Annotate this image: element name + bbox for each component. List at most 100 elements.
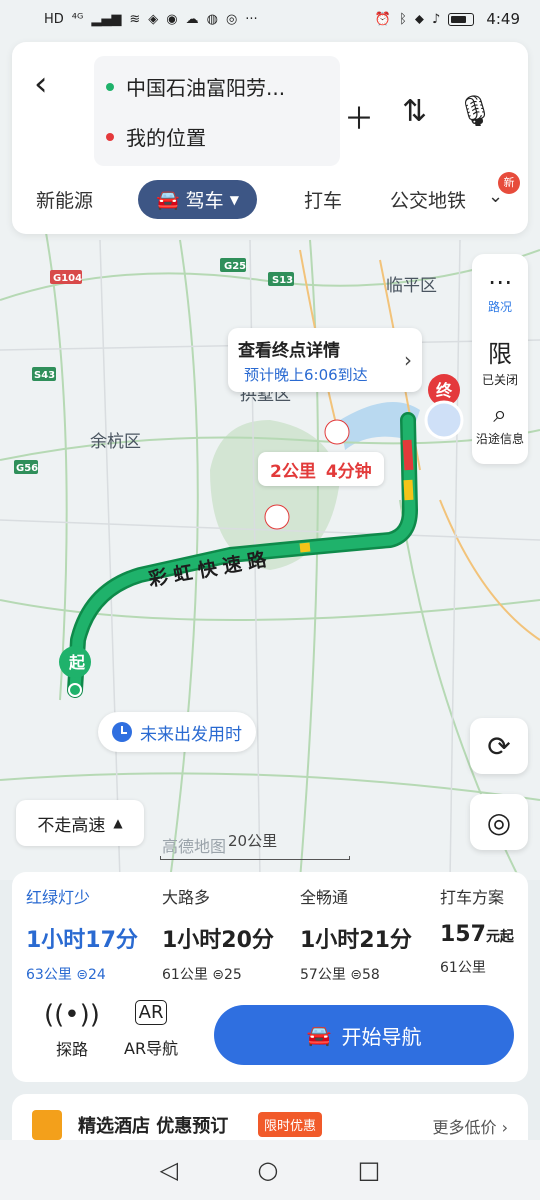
location-icon: ⬥ [414,11,425,27]
chevron-right-icon: › [404,348,412,372]
tab-new-energy[interactable]: 新能源 [36,186,93,213]
swap-icon[interactable]: ⇅ [402,94,427,129]
route-option-duration: 1小时21分 [300,928,412,953]
tab-transit[interactable]: 公交地铁 [390,186,468,213]
home-nav-icon[interactable]: ○ [257,1156,278,1184]
hd-icon: HD [44,11,64,27]
along-route-label: 沿途信息 [475,432,524,446]
explore-label: 探路 [55,1040,88,1059]
scale-label: 20公里 [228,832,278,850]
taxi-option[interactable]: 打车方案 157元起 61公里 [440,884,528,977]
back-icon[interactable]: ‹ [34,64,64,104]
along-route-button[interactable]: ⌕ 沿途信息 [472,400,528,447]
app-icon: ◍ [206,11,218,27]
district-yuhang: 余杭区 [90,432,141,452]
route-option-meta: 61公里 ⊜25 [162,967,242,983]
system-nav-bar: ◁ ○ □ [0,1140,540,1200]
car-icon: 🚘 [306,1023,332,1047]
destination-detail-title: 查看终点详情 [238,341,340,361]
locate-button[interactable]: ◎ [470,794,528,850]
scale-bar [160,856,350,860]
more-deals-link[interactable]: 更多低价 › [433,1114,509,1138]
caret-down-icon: ▼ [229,192,239,207]
no-highway-toggle[interactable]: 不走高速 ▲ [16,800,144,846]
network-4g-icon: ⁴ᴳ [71,11,84,27]
ar-navigation-label: AR导航 [124,1039,179,1058]
future-departure-button[interactable]: 未来出发用时 [98,712,256,752]
origin-row[interactable]: 中国石油富阳劳... [106,72,285,101]
traffic-label: 路况 [487,300,512,314]
route-option[interactable]: 大路多 1小时20分 61公里 ⊜25 [162,884,290,984]
route-endpoints: 中国石油富阳劳... 我的位置 [94,56,340,166]
traffic-light-icon: ⋯ [488,268,512,296]
mic-icon: ♪ [432,11,441,27]
s13-shield-label: S13 [272,275,293,286]
add-waypoint-icon[interactable]: ＋ [344,94,374,138]
traffic-toggle[interactable]: ⋯ 路况 [472,268,528,315]
traffic-light-count-icon: ⊜ [212,967,225,983]
cloud-icon: ☁ [185,11,199,27]
start-navigation-button[interactable]: 🚘 开始导航 [214,1005,514,1065]
refresh-route-button[interactable]: ⟳ [470,718,528,774]
person-icon: ◉ [166,11,178,27]
search-icon: ⌕ [493,400,507,428]
destination-detail-bubble[interactable]: 查看终点详情 预计晚上6:06到达 › [228,328,422,392]
app-icon: ◎ [225,11,238,27]
route-info-label[interactable]: 2公里 4分钟 [258,452,384,486]
origin-text: 中国石油富阳劳... [126,76,286,100]
route-options-panel: 红绿灯少 1小时17分 63公里 ⊜24 大路多 1小时20分 61公里 ⊜25… [12,872,528,1082]
wifi-icon: ≋ [129,11,141,27]
taxi-option-distance: 61公里 [440,960,486,976]
bluetooth-icon: ᛒ [399,11,407,27]
car-icon: 🚘 [156,189,180,211]
route-time: 4分钟 [325,461,372,482]
taxi-option-name: 打车方案 [440,888,505,907]
destination-dot-icon [106,132,114,141]
new-badge: 新 [498,172,520,194]
back-nav-icon[interactable]: ◁ [160,1156,178,1184]
traffic-light-count-icon: ⊜ [76,967,89,983]
route-distance: 2公里 [270,461,316,482]
district-linping: 临平区 [386,276,437,296]
explore-button[interactable]: ((•)) 探路 [44,1000,100,1060]
taxi-option-price: 157元起 [440,922,514,947]
clock-icon [112,722,132,742]
destination-text: 我的位置 [126,126,206,150]
route-option[interactable]: 全畅通 1小时21分 57公里 ⊜58 [300,884,428,984]
eta-text: 预计晚上6:06到达 [244,366,368,384]
locate-icon: ◎ [486,805,512,839]
broadcast-icon: ((•)) [44,1000,100,1030]
route-option-duration: 1小时20分 [162,928,274,953]
route-option-meta: 63公里 ⊜24 [26,967,106,983]
voice-icon[interactable]: 🎙 [456,94,494,129]
origin-dot-icon [106,82,114,91]
status-bar: HD ⁴ᴳ ▂▄▆ ≋ ◈ ◉ ☁ ◍ ◎ ··· ⏰ ᛒ ⬥ ♪ 4:49 [0,0,540,38]
shield-icon: ◈ [148,11,159,27]
recents-nav-icon[interactable]: □ [358,1156,381,1184]
restriction-label: 已关闭 [481,373,518,387]
hotel-title: 精选酒店 优惠预订 [78,1116,229,1137]
g25-shield-label: G25 [224,261,246,272]
hotel-icon [32,1110,62,1140]
end-marker-label: 终 [436,381,453,400]
map-side-tools: ⋯ 路况 限 已关闭 ⌕ 沿途信息 [472,254,528,464]
route-option[interactable]: 红绿灯少 1小时17分 63公里 ⊜24 [26,884,154,984]
route-option-name: 大路多 [162,888,211,907]
route-search-card: ‹ 中国石油富阳劳... 我的位置 ＋ ⇅ 🎙 新能源 🚘 驾车 ▼ 打车 公交… [12,42,528,234]
restriction-toggle[interactable]: 限 已关闭 [472,334,528,388]
battery-icon [448,12,475,26]
no-highway-label: 不走高速 [37,815,106,836]
destination-row[interactable]: 我的位置 [106,122,206,151]
promo-tag: 限时优惠 [258,1112,323,1137]
start-navigation-label: 开始导航 [341,1024,422,1049]
route-option-meta: 57公里 ⊜58 [300,967,380,983]
tab-drive[interactable]: 🚘 驾车 ▼ [138,180,257,219]
tab-drive-label: 驾车 [185,190,224,212]
ar-navigation-button[interactable]: AR AR导航 [124,1000,178,1059]
s43-shield-label: S43 [34,370,55,381]
signal-icon: ▂▄▆ [91,11,122,27]
route-option-name: 全畅通 [300,888,349,907]
refresh-icon: ⟳ [487,729,511,763]
tab-taxi[interactable]: 打车 [304,186,342,213]
start-marker-label: 起 [68,653,86,672]
